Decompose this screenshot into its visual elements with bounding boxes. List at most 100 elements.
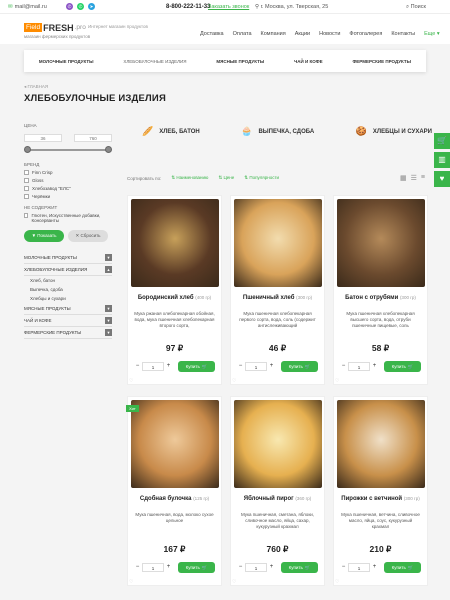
phone-number[interactable]: 8-800-222-11-33 [166, 4, 210, 10]
product-name[interactable]: Батон с отрубями (300 гр) [334, 295, 427, 301]
table-view-icon[interactable]: ≡ [421, 174, 425, 182]
product-name[interactable]: Пирожки с ветчиной (300 гр) [334, 496, 427, 502]
nav-item[interactable]: Акции [295, 31, 310, 37]
product-image[interactable] [234, 400, 322, 488]
price-to-input[interactable] [74, 134, 112, 142]
subcategory-link[interactable]: 🍪 ХЛЕБЦЫ И СУХАРИ [356, 126, 432, 137]
email-link[interactable]: ✉ mail@mail.ru [8, 4, 47, 10]
minus-button[interactable]: − [133, 563, 142, 572]
favorite-icon[interactable]: ♡ [129, 579, 134, 585]
favorite-icon[interactable]: ♡ [129, 378, 134, 384]
submenu-item[interactable]: Хлебцы и сухари [24, 294, 112, 303]
checkbox[interactable] [24, 178, 29, 183]
nav-item[interactable]: Контакты [391, 31, 415, 37]
submenu-item[interactable]: Хлеб, батон [24, 276, 112, 285]
minus-button[interactable]: − [236, 563, 245, 572]
checkbox[interactable] [24, 194, 29, 199]
breadcrumb[interactable]: ◂ ГЛАВНАЯ [24, 84, 48, 90]
quantity-input[interactable]: 1 [142, 563, 164, 572]
menu-item[interactable]: МЯСНЫЕ ПРОДУКТЫ ▾ [24, 303, 112, 315]
quantity-input[interactable]: 1 [142, 362, 164, 371]
plus-button[interactable]: + [370, 362, 379, 371]
show-button[interactable]: ▼ Показать [24, 230, 64, 242]
telegram-icon[interactable]: ➤ [88, 3, 95, 10]
brand-checkbox[interactable]: Finn Crisp [24, 170, 112, 175]
favorite-icon[interactable]: ♡ [232, 378, 237, 384]
product-name[interactable]: Яблочный пирог (360 гр) [231, 496, 324, 502]
minus-button[interactable]: − [339, 362, 348, 371]
exclude-checkbox[interactable]: Глютен, Искусственные добавки, Консерван… [24, 213, 112, 223]
buy-button[interactable]: Купить 🛒 [281, 361, 318, 372]
nav-item[interactable]: Компания [261, 31, 286, 37]
sort-option[interactable]: ⇅ Цене [218, 175, 234, 180]
category-tab[interactable]: ФЕРМЕРСКИЕ ПРОДУКТЫ [352, 59, 411, 64]
product-image[interactable] [337, 199, 425, 287]
search-link[interactable]: ⌕ Поиск [406, 4, 426, 11]
nav-item[interactable]: Фотогалерея [349, 31, 382, 37]
nav-more-button[interactable]: Еще ▾ [424, 31, 439, 37]
chevron-up-icon[interactable]: ▴ [105, 266, 112, 273]
price-from-input[interactable] [24, 134, 62, 142]
menu-item[interactable]: МОЛОЧНЫЕ ПРОДУКТЫ ▾ [24, 252, 112, 264]
category-tab[interactable]: МЯСНЫЕ ПРОДУКТЫ [216, 59, 264, 64]
price-slider[interactable] [24, 146, 112, 154]
logo[interactable]: Field FRESH .pro [24, 22, 86, 33]
brand-checkbox[interactable]: Черёмки [24, 194, 112, 199]
product-name[interactable]: Бородинский хлеб (400 гр) [128, 295, 221, 301]
favorite-icon[interactable]: ♡ [335, 579, 340, 585]
checkbox[interactable] [24, 170, 29, 175]
quantity-input[interactable]: 1 [245, 362, 267, 371]
menu-item[interactable]: ФЕРМЕРСКИЕ ПРОДУКТЫ ▾ [24, 327, 112, 339]
buy-button[interactable]: Купить 🛒 [178, 562, 215, 573]
chevron-down-icon[interactable]: ▾ [105, 317, 112, 324]
chevron-down-icon[interactable]: ▾ [105, 329, 112, 336]
favorite-icon[interactable]: ♡ [335, 378, 340, 384]
submenu-item[interactable]: Выпечка, сдоба [24, 285, 112, 294]
nav-item[interactable]: Оплата [233, 31, 252, 37]
sort-option[interactable]: ⇅ Популярности [244, 175, 279, 180]
favorite-icon[interactable]: ♥ [434, 171, 450, 187]
nav-item[interactable]: Доставка [200, 31, 224, 37]
compare-icon[interactable]: ▥ [434, 152, 450, 168]
plus-button[interactable]: + [164, 563, 173, 572]
viber-icon[interactable]: ✆ [66, 3, 73, 10]
sort-option[interactable]: ⇅ Наименованию [171, 175, 208, 180]
brand-checkbox[interactable]: Хлебозавод "ЕЛС" [24, 186, 112, 191]
product-name[interactable]: Сдобная булочка (125 гр) [128, 496, 221, 502]
nav-item[interactable]: Новости [319, 31, 340, 37]
quantity-input[interactable]: 1 [348, 563, 370, 572]
product-image[interactable] [131, 199, 219, 287]
reset-button[interactable]: ✕ Сбросить [68, 230, 108, 242]
list-view-icon[interactable]: ☰ [411, 174, 417, 182]
grid-view-icon[interactable]: ▦ [400, 174, 407, 182]
plus-button[interactable]: + [370, 563, 379, 572]
subcategory-link[interactable]: 🥖 ХЛЕБ, БАТОН [142, 126, 200, 137]
menu-item[interactable]: ХЛЕБОБУЛОЧНЫЕ ИЗДЕЛИЯ ▴ [24, 264, 112, 276]
plus-button[interactable]: + [267, 563, 276, 572]
favorite-icon[interactable]: ♡ [232, 579, 237, 585]
buy-button[interactable]: Купить 🛒 [281, 562, 318, 573]
minus-button[interactable]: − [133, 362, 142, 371]
product-image[interactable] [234, 199, 322, 287]
category-tab[interactable]: ЧАЙ И КОФЕ [294, 59, 322, 64]
buy-button[interactable]: Купить 🛒 [384, 361, 421, 372]
checkbox[interactable] [24, 213, 29, 218]
quantity-input[interactable]: 1 [348, 362, 370, 371]
buy-button[interactable]: Купить 🛒 [178, 361, 215, 372]
minus-button[interactable]: − [339, 563, 348, 572]
subcategory-link[interactable]: 🧁 ВЫПЕЧКА, СДОБА [241, 126, 314, 137]
brand-checkbox[interactable]: Gloss [24, 178, 112, 183]
chevron-down-icon[interactable]: ▾ [105, 254, 112, 261]
callback-link[interactable]: Заказать звонок [208, 4, 249, 10]
slider-handle-min[interactable] [24, 146, 31, 153]
checkbox[interactable] [24, 186, 29, 191]
chevron-down-icon[interactable]: ▾ [105, 305, 112, 312]
minus-button[interactable]: − [236, 362, 245, 371]
slider-handle-max[interactable] [105, 146, 112, 153]
category-tab[interactable]: МОЛОЧНЫЕ ПРОДУКТЫ [39, 59, 94, 64]
quantity-input[interactable]: 1 [245, 563, 267, 572]
category-tab[interactable]: ХЛЕБОБУЛОЧНЫЕ ИЗДЕЛИЯ [123, 59, 186, 64]
buy-button[interactable]: Купить 🛒 [384, 562, 421, 573]
product-image[interactable] [337, 400, 425, 488]
menu-item[interactable]: ЧАЙ И КОФЕ ▾ [24, 315, 112, 327]
